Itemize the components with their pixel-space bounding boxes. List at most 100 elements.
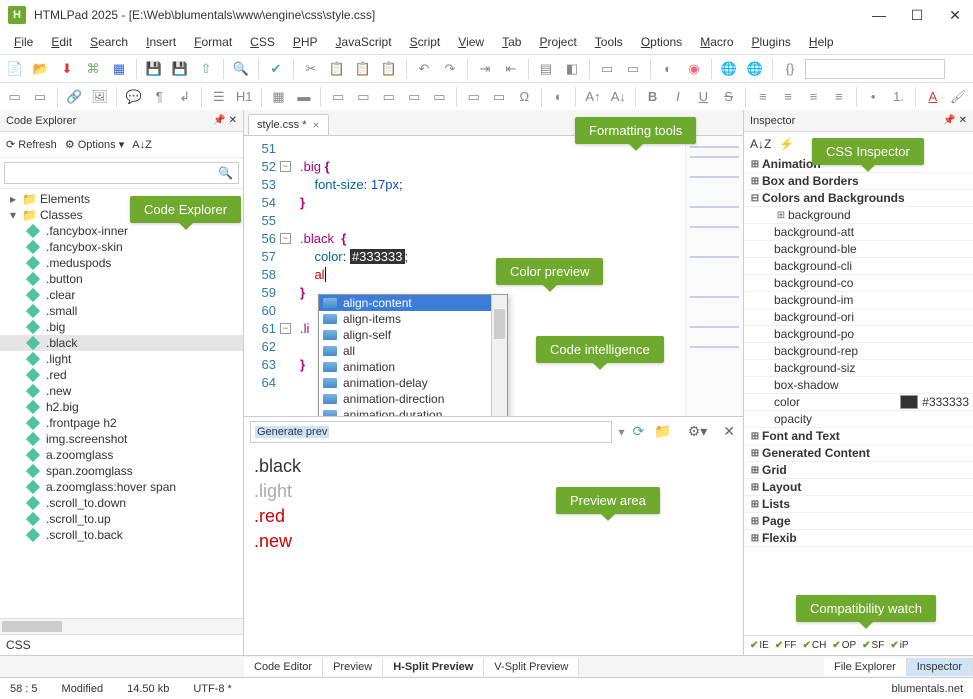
inspector-sort-icon[interactable]: A↓Z bbox=[750, 137, 771, 151]
menu-view[interactable]: View bbox=[450, 33, 492, 51]
tree-item[interactable]: .meduspods bbox=[0, 255, 243, 271]
menu-help[interactable]: Help bbox=[801, 33, 842, 51]
inspector-group[interactable]: ⊞Font and Text bbox=[744, 428, 973, 445]
preview-address[interactable]: Generate prev bbox=[250, 421, 612, 443]
redo-icon[interactable]: ↷ bbox=[439, 58, 461, 80]
tree-item[interactable]: span.zoomglass bbox=[0, 463, 243, 479]
code-line[interactable]: color: #333333; bbox=[300, 248, 685, 266]
upload-icon[interactable]: ⇧ bbox=[195, 58, 217, 80]
inspector-filter-icon[interactable]: ⚡ bbox=[779, 137, 794, 151]
break-icon[interactable]: ↲ bbox=[174, 86, 195, 108]
clipboard-icon[interactable]: 📋 bbox=[378, 58, 400, 80]
menu-macro[interactable]: Macro bbox=[692, 33, 741, 51]
palette-icon[interactable]: ◉ bbox=[683, 58, 705, 80]
code-icon[interactable]: ▦ bbox=[108, 58, 130, 80]
menu-insert[interactable]: Insert bbox=[138, 33, 184, 51]
copy-icon[interactable]: 📋 bbox=[326, 58, 348, 80]
browser-icon[interactable]: 🌐 bbox=[718, 58, 740, 80]
left-hscrollbar[interactable] bbox=[0, 618, 243, 634]
font-larger-icon[interactable]: A↑ bbox=[582, 86, 603, 108]
bold-icon[interactable]: B bbox=[642, 86, 663, 108]
form-icon[interactable]: ▭ bbox=[327, 86, 348, 108]
new-file-icon[interactable]: 📄 bbox=[4, 58, 26, 80]
script-icon[interactable]: ▭ bbox=[488, 86, 509, 108]
tree-item[interactable]: .scroll_to.back bbox=[0, 527, 243, 543]
preview-settings-icon[interactable]: ⚙▾ bbox=[686, 423, 710, 440]
search-icon[interactable]: 🔍 bbox=[230, 58, 252, 80]
tree-item[interactable]: a.zoomglass bbox=[0, 447, 243, 463]
autocomplete-item[interactable]: animation bbox=[319, 359, 507, 375]
inspector-prop[interactable]: box-shadow bbox=[744, 377, 973, 394]
menu-options[interactable]: Options bbox=[633, 33, 690, 51]
inspector-prop[interactable]: background-rep bbox=[744, 343, 973, 360]
inspector-group[interactable]: ⊟Colors and Backgrounds bbox=[744, 190, 973, 207]
save-all-icon[interactable]: 💾 bbox=[169, 58, 191, 80]
textarea-icon[interactable]: ▭ bbox=[403, 86, 424, 108]
menu-file[interactable]: File bbox=[6, 33, 41, 51]
tree-item[interactable]: .frontpage h2 bbox=[0, 415, 243, 431]
bottom-tab-right[interactable]: Inspector bbox=[907, 658, 973, 676]
link-icon[interactable]: 🔗 bbox=[64, 86, 85, 108]
tree-item[interactable]: .small bbox=[0, 303, 243, 319]
tree-item[interactable]: .light bbox=[0, 351, 243, 367]
inspector-group[interactable]: ⊞Box and Borders bbox=[744, 173, 973, 190]
ul-icon[interactable]: • bbox=[863, 86, 884, 108]
menu-edit[interactable]: Edit bbox=[43, 33, 80, 51]
align-left-icon[interactable]: ≡ bbox=[752, 86, 773, 108]
menu-css[interactable]: CSS bbox=[242, 33, 283, 51]
fontcolor-icon[interactable]: A bbox=[922, 86, 943, 108]
inspector-prop[interactable]: background-co bbox=[744, 275, 973, 292]
inspector-group[interactable]: ⊞Generated Content bbox=[744, 445, 973, 462]
align-right-icon[interactable]: ≡ bbox=[803, 86, 824, 108]
menu-plugins[interactable]: Plugins bbox=[744, 33, 799, 51]
browser2-icon[interactable]: 🌐 bbox=[744, 58, 766, 80]
italic-icon[interactable]: I bbox=[667, 86, 688, 108]
code-line[interactable]: .black { bbox=[300, 230, 685, 248]
button-icon[interactable]: ▭ bbox=[429, 86, 450, 108]
code-line[interactable]: } bbox=[300, 194, 685, 212]
code-line[interactable] bbox=[300, 212, 685, 230]
indent-icon[interactable]: ⇥ bbox=[474, 58, 496, 80]
menu-tools[interactable]: Tools bbox=[587, 33, 631, 51]
heading-icon[interactable]: ¶ bbox=[149, 86, 170, 108]
minimap[interactable] bbox=[685, 136, 743, 416]
inspector-prop[interactable]: background-cli bbox=[744, 258, 973, 275]
tree-item[interactable]: h2.big bbox=[0, 399, 243, 415]
autocomplete-popup[interactable]: align-contentalign-itemsalign-selfallani… bbox=[318, 294, 508, 416]
autocomplete-item[interactable]: animation-delay bbox=[319, 375, 507, 391]
tree-item[interactable]: .red bbox=[0, 367, 243, 383]
inspector-group[interactable]: ⊞Lists bbox=[744, 496, 973, 513]
quick-nav-input[interactable] bbox=[805, 59, 945, 79]
tree-item[interactable]: a.zoomglass:hover span bbox=[0, 479, 243, 495]
cut-icon[interactable]: ✂ bbox=[300, 58, 322, 80]
autocomplete-item[interactable]: animation-duration bbox=[319, 407, 507, 416]
code-line[interactable]: .big { bbox=[300, 158, 685, 176]
inspector-prop[interactable]: ⊞background bbox=[744, 207, 973, 224]
tag-icon[interactable]: ◧ bbox=[561, 58, 583, 80]
refresh-preview-icon[interactable]: ⟳ bbox=[631, 423, 647, 440]
tree-item[interactable]: .fancybox-inner bbox=[0, 223, 243, 239]
pin-icon[interactable]: 📌 ✕ bbox=[213, 115, 237, 126]
autocomplete-item[interactable]: align-items bbox=[319, 311, 507, 327]
menu-format[interactable]: Format bbox=[186, 33, 240, 51]
color-icon[interactable]: ◐ bbox=[657, 58, 679, 80]
bottom-tab[interactable]: H-Split Preview bbox=[383, 658, 484, 676]
menu-tab[interactable]: Tab bbox=[494, 33, 529, 51]
bottom-tab[interactable]: Preview bbox=[323, 658, 383, 676]
inspector-group[interactable]: ⊞Layout bbox=[744, 479, 973, 496]
frame-icon[interactable]: ▭ bbox=[463, 86, 484, 108]
refresh-button[interactable]: ⟳ Refresh bbox=[6, 138, 57, 151]
php-icon[interactable]: ⌘ bbox=[82, 58, 104, 80]
window-close[interactable]: ✕ bbox=[945, 7, 965, 24]
tidy-icon[interactable]: ▤ bbox=[535, 58, 557, 80]
h1-icon[interactable]: H1 bbox=[234, 86, 255, 108]
menu-search[interactable]: Search bbox=[82, 33, 136, 51]
menu-php[interactable]: PHP bbox=[285, 33, 326, 51]
paste-icon[interactable]: 📋 bbox=[352, 58, 374, 80]
spellcheck-icon[interactable]: ✔ bbox=[265, 58, 287, 80]
undo-icon[interactable]: ↶ bbox=[413, 58, 435, 80]
toggle1-icon[interactable]: ▭ bbox=[596, 58, 618, 80]
close-icon[interactable]: × bbox=[313, 118, 320, 132]
open-web-icon[interactable]: ⬇ bbox=[56, 58, 78, 80]
preview-close-icon[interactable]: ✕ bbox=[721, 423, 737, 440]
